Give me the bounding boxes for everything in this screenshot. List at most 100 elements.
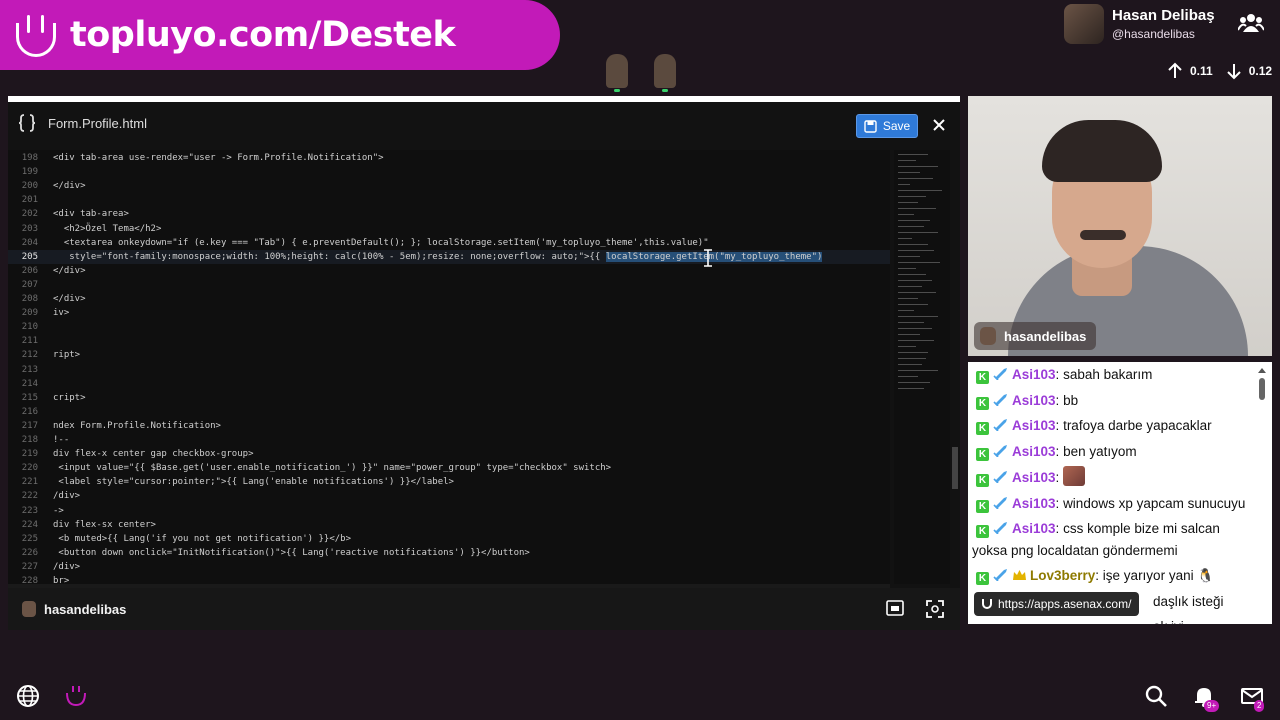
webcam-feed[interactable]: hasandelibas — [968, 96, 1272, 356]
code-line[interactable]: 198 <div tab-area use-rendex="user -> For… — [8, 151, 890, 165]
code-line[interactable]: 209 iv> — [8, 306, 890, 320]
minimap-line — [898, 352, 928, 353]
user-handle: @hasandelibas — [1112, 27, 1195, 41]
code-line[interactable]: 204 <textarea onkeydown="if (e.key === "… — [8, 236, 890, 250]
line-number: 223 — [21, 505, 38, 516]
editor-scrollbar[interactable] — [952, 447, 958, 489]
chat-message[interactable]: K Asi103: — [968, 464, 1272, 491]
minimap-line — [898, 382, 930, 383]
notifications-button[interactable]: 9+ — [1192, 684, 1220, 712]
close-icon[interactable] — [932, 118, 946, 132]
chat-message[interactable]: K Asi103: sabah bakarım — [968, 362, 1272, 388]
code-line[interactable]: 221 <label style="cursor:pointer;">{{ La… — [8, 475, 890, 489]
chat-username[interactable]: Asi103 — [1012, 521, 1056, 536]
code-line[interactable]: 223 -> — [8, 504, 890, 518]
line-text: </div> — [53, 265, 86, 276]
code-line[interactable]: 217 ndex Form.Profile.Notification> — [8, 419, 890, 433]
line-number: 218 — [21, 435, 38, 445]
code-line[interactable]: 213 — [8, 363, 890, 377]
fullscreen-icon[interactable] — [926, 600, 944, 618]
minimap-line — [898, 238, 912, 239]
code-line[interactable]: 218 !-- — [8, 433, 890, 447]
friends-icon[interactable] — [1238, 12, 1264, 34]
minimap-line — [898, 274, 926, 275]
line-number: 219 — [21, 449, 38, 460]
code-line[interactable]: 206 </div> — [8, 264, 890, 278]
chat-message[interactable]: K Asi103: bb — [968, 388, 1272, 414]
code-line[interactable]: 207 — [8, 278, 890, 292]
chat-message[interactable]: K Asi103: windows xp yapcam sunucuyu — [968, 491, 1272, 517]
minimap-line — [898, 178, 933, 179]
support-banner[interactable]: topluyo.com/Destek — [0, 0, 560, 70]
code-line[interactable]: 210 — [8, 320, 890, 334]
minimap-line — [898, 334, 920, 335]
chat-username[interactable]: Asi103 — [1012, 367, 1056, 382]
code-line[interactable]: 203 <h2>Özel Tema</h2> — [8, 222, 890, 236]
messages-button[interactable]: 2 — [1240, 684, 1265, 712]
line-number: 200 — [21, 181, 38, 192]
code-line[interactable]: 202 <div tab-area> — [8, 207, 890, 221]
line-number: 209 — [21, 308, 38, 319]
topluyo-logo-icon — [982, 599, 992, 609]
code-line[interactable]: 220 <input value="{{ $Base.get('user.ena… — [8, 461, 890, 475]
code-line[interactable]: 216 — [8, 405, 890, 419]
chat-username[interactable]: Asi103 — [1012, 496, 1056, 511]
chat-message[interactable]: K Asi103: ben yatıyom — [968, 439, 1272, 465]
minimap[interactable] — [894, 150, 950, 584]
globe-icon[interactable] — [16, 684, 40, 708]
minimap-line — [898, 190, 942, 191]
sword-badge-icon — [993, 496, 1012, 511]
code-line[interactable]: 227/div> — [8, 560, 890, 574]
code-line[interactable]: 211 — [8, 334, 890, 348]
code-area[interactable]: 198 <div tab-area use-rendex="user -> For… — [8, 150, 890, 584]
code-line[interactable]: 208 </div> — [8, 292, 890, 306]
code-line[interactable]: 215 cript> — [8, 391, 890, 405]
participant-avatar[interactable] — [606, 54, 628, 92]
code-line[interactable]: 224 div flex-sx center> — [8, 518, 890, 532]
chat-username[interactable]: Asi103 — [1012, 393, 1056, 408]
search-icon[interactable] — [1144, 684, 1168, 708]
chat-username[interactable]: Asi103 — [1012, 470, 1056, 485]
chat-message[interactable]: K Lov3berry: işe yarıyor yani 🐧 — [968, 563, 1272, 589]
text-cursor-icon — [704, 249, 712, 267]
user-profile[interactable]: Hasan Delibaş @hasandelibas — [1064, 4, 1215, 44]
arrow-down-icon — [1226, 64, 1241, 80]
webcam-name-tag: hasandelibas — [974, 322, 1097, 350]
code-line[interactable]: 225 <b muted>{{ Lang('if you not get not… — [8, 532, 890, 546]
avatar — [22, 601, 36, 617]
chat-username[interactable]: Asi103 — [1012, 418, 1056, 433]
k-badge-icon: K — [976, 447, 989, 461]
chat-username[interactable]: Lov3berry — [1030, 568, 1095, 583]
code-line[interactable]: 219 div flex-x center gap checkbox-group> — [8, 447, 890, 461]
file-title: Form.Profile.html — [48, 115, 147, 131]
picture-in-picture-icon[interactable] — [886, 600, 904, 616]
k-badge-icon: K — [976, 499, 989, 513]
user-name: Hasan Delibaş — [1112, 7, 1215, 24]
chat-username[interactable]: Asi103 — [1012, 444, 1056, 459]
topluyo-logo-icon[interactable] — [64, 684, 88, 708]
message-count: 2 — [1254, 700, 1265, 712]
code-line[interactable]: 212 ript> — [8, 348, 890, 362]
code-line[interactable]: 201 — [8, 193, 890, 207]
sword-badge-icon — [993, 418, 1012, 433]
arrow-up-icon — [1168, 62, 1182, 78]
participant-avatar[interactable] — [654, 54, 676, 92]
save-button[interactable]: Save — [856, 114, 918, 138]
code-line[interactable]: 200 </div> — [8, 179, 890, 193]
line-number: 198 — [21, 153, 38, 163]
code-line[interactable]: 228 br> — [8, 574, 890, 584]
code-line[interactable]: 214 — [8, 377, 890, 391]
chat-panel[interactable]: K Asi103: sabah bakarım K Asi103: bb K Asi103… — [968, 362, 1272, 624]
line-text: /div> — [53, 561, 81, 572]
line-number: 211 — [21, 336, 38, 347]
code-line[interactable]: 226 <button down onclick="InitNotificati… — [8, 546, 890, 560]
minimap-line — [898, 244, 928, 245]
code-line[interactable]: 199 — [8, 165, 890, 179]
chat-message[interactable]: K Asi103: trafoya darbe yapacaklar — [968, 413, 1272, 439]
code-line[interactable]: 205 style="font-family:monospace;width: … — [8, 249, 890, 264]
line-number: 217 — [21, 420, 38, 431]
line-number: 214 — [21, 378, 38, 389]
line-text: br> — [53, 576, 70, 584]
chat-message[interactable]: K Asi103: css komple bize mi salcan yoksa… — [968, 516, 1272, 563]
code-line[interactable]: 222/div> — [8, 489, 890, 503]
